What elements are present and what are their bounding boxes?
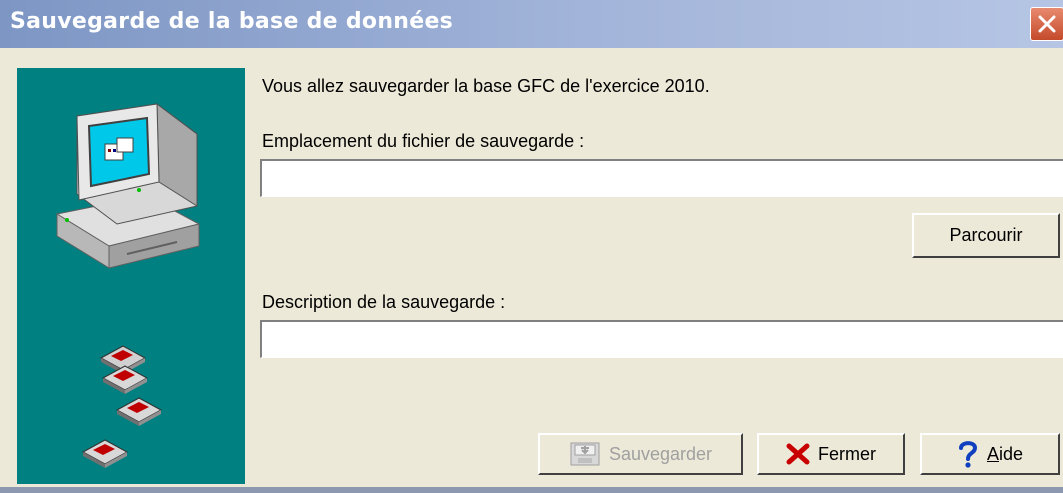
save-button[interactable]: Sauvegarder (538, 433, 743, 475)
window-close-button[interactable] (1030, 7, 1063, 41)
location-label: Emplacement du fichier de sauvegarde : (262, 131, 585, 151)
intro-text: Vous allez sauvegarder la base GFC de l'… (262, 76, 710, 96)
computer-icon (55, 102, 201, 269)
browse-button[interactable]: Parcourir (912, 213, 1060, 258)
question-mark-icon (957, 440, 979, 468)
save-button-label: Sauvegarder (608, 443, 713, 464)
close-icon (1038, 15, 1056, 33)
red-x-icon (786, 442, 810, 466)
description-field[interactable] (260, 320, 1063, 358)
help-button[interactable]: Aide (920, 433, 1060, 475)
wizard-sidebar (17, 68, 245, 484)
close-button-label: Fermer (818, 443, 876, 464)
floppy-disk-icon (115, 397, 163, 426)
save-icon (569, 441, 601, 467)
location-field[interactable] (260, 159, 1063, 197)
window-bottom-border (0, 487, 1063, 493)
window-title: Sauvegarde de la base de données (10, 9, 454, 34)
description-label: Description de la sauvegarde : (262, 292, 506, 312)
title-bar: Sauvegarde de la base de données (0, 0, 1063, 48)
close-button[interactable]: Fermer (757, 433, 905, 475)
help-button-label: Aide (986, 443, 1024, 464)
floppy-disk-icon (81, 439, 129, 468)
browse-button-label: Parcourir (949, 225, 1023, 245)
